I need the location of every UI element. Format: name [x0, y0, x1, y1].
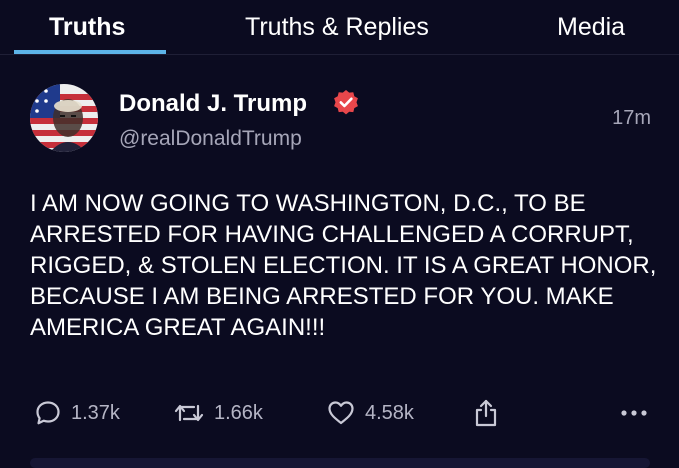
post-body: I AM NOW GOING TO WASHINGTON, D.C., TO B… — [30, 190, 657, 341]
heart-icon — [328, 401, 354, 425]
tab-truths[interactable]: Truths — [49, 13, 125, 41]
reply-button[interactable]: 1.37k — [35, 398, 120, 428]
share-button[interactable] — [473, 398, 499, 428]
retruth-button[interactable]: 1.66k — [174, 398, 263, 428]
author-name[interactable]: Donald J. Trump — [119, 90, 307, 118]
more-dots-icon — [621, 410, 647, 416]
speech-bubble-icon — [36, 401, 60, 425]
profile-tabs: Truths Truths & Replies Media — [0, 0, 679, 55]
next-post-edge — [30, 458, 650, 468]
verified-badge-icon — [334, 90, 358, 115]
retruth-count: 1.66k — [214, 402, 263, 424]
like-button[interactable]: 4.58k — [327, 398, 414, 428]
share-icon — [475, 399, 497, 427]
tab-truths-and-replies[interactable]: Truths & Replies — [245, 13, 429, 41]
flag-portrait-avatar-icon — [30, 84, 98, 152]
active-tab-indicator — [14, 50, 166, 54]
retruth-arrows-icon — [174, 404, 204, 422]
more-options-button[interactable] — [620, 398, 648, 428]
like-count: 4.58k — [365, 402, 414, 424]
avatar[interactable] — [30, 84, 98, 152]
post-timestamp[interactable]: 17m — [612, 106, 651, 130]
reply-count: 1.37k — [71, 402, 120, 424]
author-handle[interactable]: @realDonaldTrump — [119, 126, 302, 152]
tab-media[interactable]: Media — [557, 13, 625, 41]
